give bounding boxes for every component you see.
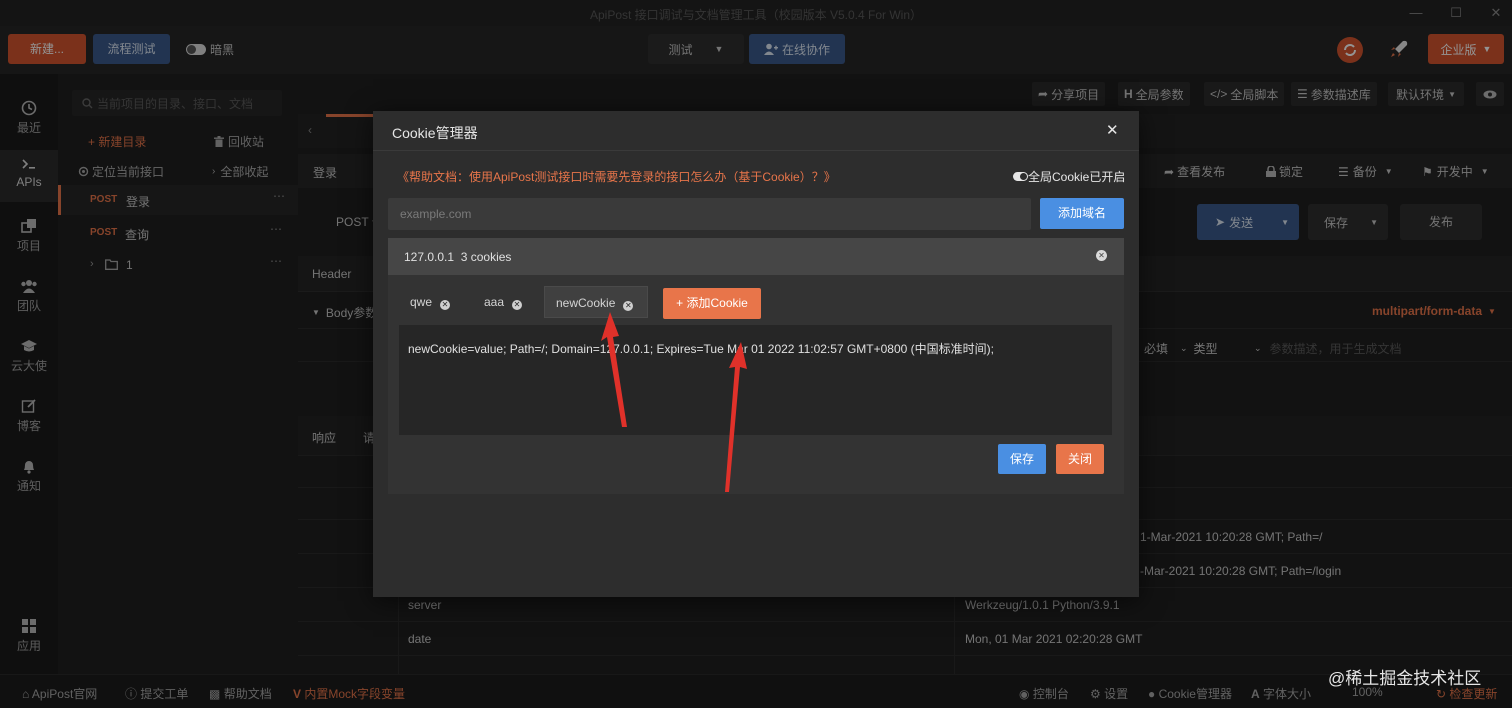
annotation-arrow <box>601 312 627 427</box>
annotation-arrow <box>725 342 747 492</box>
watermark: @稀土掘金技术社区 <box>1328 669 1482 688</box>
annotation-arrows <box>601 312 747 492</box>
